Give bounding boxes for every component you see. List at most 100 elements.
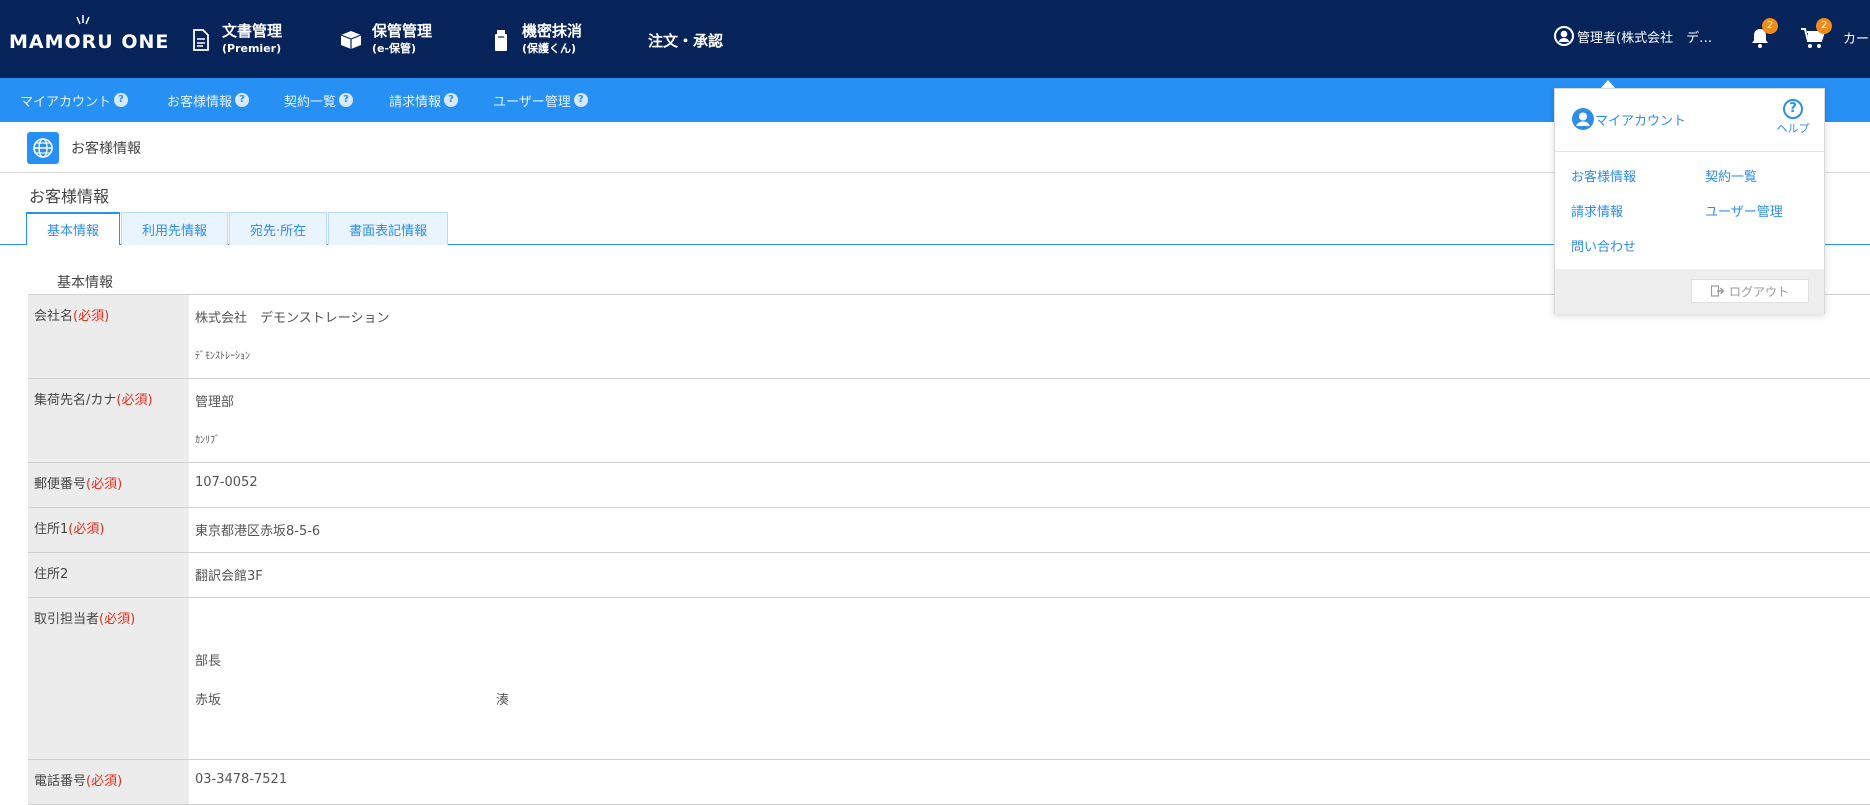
subnav-label: 契約一覧	[284, 94, 337, 110]
nav-document-management[interactable]: 文書管理 (Premier)	[190, 20, 282, 60]
subnav-item-contracts[interactable]: 契約一覧?	[284, 78, 354, 122]
subnav-item-customer-info[interactable]: お客様情報?	[167, 78, 250, 122]
user-circle-icon	[1572, 108, 1594, 130]
account-dropdown: マイアカウント ? ヘルプ お客様情報 契約一覧 請求情報 ユーザー管理 問い合…	[1554, 88, 1825, 314]
nav-subtitle: (保護くん)	[522, 42, 577, 55]
app-logo[interactable]: MAMORU ONE	[9, 31, 169, 53]
label-text: 住所1	[34, 522, 69, 537]
form-row-phone: 電話番号(必須) 03-3478-7521	[28, 760, 1870, 805]
subnav-item-billing[interactable]: 請求情報?	[389, 78, 459, 122]
question-circle-icon: ?	[1783, 99, 1803, 119]
page-title: お客様情報	[29, 187, 110, 206]
subnav-label: 請求情報	[389, 94, 442, 110]
basic-info-form: 会社名(必須) 株式会社 デモンストレーション ﾃﾞﾓﾝｽﾄﾚｰｼｮﾝ 集荷先名…	[28, 294, 1870, 805]
field-value: 東京都港区赤坂8-5-6	[189, 508, 1870, 552]
tab-basic-info[interactable]: 基本情報	[26, 212, 121, 245]
address2-value: 翻訳会館3F	[195, 569, 263, 584]
form-row-pickup: 集荷先名/カナ(必須) 管理部 ｶﾝﾘﾌﾞ	[28, 379, 1870, 463]
shred-bin-icon	[490, 27, 512, 53]
contact-title-value: 部長	[195, 654, 222, 669]
user-circle-icon	[1554, 26, 1574, 46]
nav-confidential-disposal[interactable]: 機密抹消 (保護くん)	[490, 20, 582, 60]
subnav-label: お客様情報	[167, 94, 233, 110]
subnav-label: マイアカウント	[20, 94, 112, 110]
form-row-address2: 住所2 翻訳会館3F	[28, 553, 1870, 598]
form-row-address1: 住所1(必須) 東京都港区赤坂8-5-6	[28, 508, 1870, 553]
notifications-button[interactable]: 2	[1748, 18, 1778, 50]
pickup-name-value: 管理部	[195, 395, 235, 410]
logout-icon	[1710, 285, 1725, 297]
help-label: ヘルプ	[1776, 122, 1810, 135]
nav-storage-management[interactable]: 保管管理 (e-保管)	[340, 20, 432, 60]
user-name: 管理者(株式会社 デ…	[1577, 30, 1713, 46]
label-text: 会社名	[34, 309, 74, 324]
top-header: MAMORU ONE 文書管理 (Premier) 保管管理 (e-保管) 機密…	[0, 0, 1870, 78]
field-label: 取引担当者(必須)	[28, 598, 189, 759]
field-label: 郵便番号(必須)	[28, 463, 189, 507]
company-kana-value: ﾃﾞﾓﾝｽﾄﾚｰｼｮﾝ	[195, 351, 250, 362]
document-icon	[190, 27, 212, 53]
notification-count-badge: 2	[1762, 18, 1778, 34]
label-text: 集荷先名/カナ	[34, 393, 117, 408]
field-label: 住所2	[28, 553, 189, 597]
tab-destination-location[interactable]: 宛先·所在	[229, 212, 328, 245]
nav-title: 文書管理	[222, 22, 283, 40]
subnav-label: ユーザー管理	[493, 94, 571, 110]
logout-button[interactable]: ログアウト	[1691, 279, 1809, 303]
nav-title: 機密抹消	[522, 22, 583, 40]
section-title: 基本情報	[57, 275, 113, 291]
field-label: 会社名(必須)	[28, 295, 189, 378]
tab-usage-site-info[interactable]: 利用先情報	[121, 212, 229, 245]
help-circle-icon[interactable]: ?	[444, 93, 459, 107]
dropdown-my-account[interactable]: マイアカウント	[1571, 107, 1686, 131]
zip-value: 107-0052	[195, 475, 258, 490]
dropdown-account-label: マイアカウント	[1595, 113, 1687, 129]
dropdown-footer: ログアウト	[1555, 269, 1824, 314]
help-circle-icon[interactable]: ?	[114, 93, 129, 107]
dropdown-link-user-management[interactable]: ユーザー管理	[1705, 201, 1783, 220]
dropdown-link-contracts[interactable]: 契約一覧	[1705, 166, 1757, 185]
logo-rays-icon	[76, 15, 90, 25]
help-circle-icon[interactable]: ?	[339, 93, 354, 107]
required-mark: (必須)	[116, 393, 153, 408]
contact-first-name-value: 湊	[496, 693, 510, 708]
required-mark: (必須)	[86, 774, 123, 789]
user-menu-toggle[interactable]: 管理者(株式会社 デ…	[1554, 26, 1712, 46]
nav-subtitle: (e-保管)	[372, 42, 417, 55]
label-text: 住所2	[34, 567, 69, 582]
dropdown-link-billing[interactable]: 請求情報	[1571, 201, 1623, 220]
logout-label: ログアウト	[1728, 284, 1789, 299]
field-value: 管理部 ｶﾝﾘﾌﾞ	[189, 379, 1870, 462]
field-label: 集荷先名/カナ(必須)	[28, 379, 189, 462]
nav-subtitle: (Premier)	[222, 42, 282, 55]
field-label: 住所1(必須)	[28, 508, 189, 552]
nav-order-approval[interactable]: 注文・承認	[648, 20, 723, 60]
tab-bar: 基本情報 利用先情報 宛先·所在 書面表記情報	[26, 212, 449, 245]
label-text: 取引担当者	[34, 612, 100, 627]
dropdown-header: マイアカウント ? ヘルプ	[1555, 89, 1824, 152]
subnav-item-my-account[interactable]: マイアカウント?	[20, 78, 129, 122]
subnav-item-user-management[interactable]: ユーザー管理?	[493, 78, 588, 122]
dropdown-link-inquiry[interactable]: 問い合わせ	[1571, 236, 1636, 255]
required-mark: (必須)	[86, 477, 123, 492]
label-text: 郵便番号	[34, 477, 87, 492]
cart-count-badge: 2	[1816, 18, 1832, 34]
cart-label[interactable]: カー	[1843, 28, 1869, 47]
required-mark: (必須)	[99, 612, 136, 627]
field-value: 107-0052	[189, 463, 1870, 507]
field-value: 部長 赤坂 湊	[189, 598, 1870, 759]
form-row-zip: 郵便番号(必須) 107-0052	[28, 463, 1870, 508]
help-circle-icon[interactable]: ?	[235, 93, 250, 107]
cart-button[interactable]: 2	[1800, 18, 1832, 50]
help-circle-icon[interactable]: ?	[573, 93, 588, 107]
contact-last-name-value: 赤坂	[195, 693, 222, 708]
phone-value: 03-3478-7521	[195, 772, 288, 787]
dropdown-link-customer-info[interactable]: お客様情報	[1571, 166, 1636, 185]
required-mark: (必須)	[68, 522, 105, 537]
dropdown-help[interactable]: ? ヘルプ	[1773, 99, 1813, 136]
required-mark: (必須)	[73, 309, 110, 324]
tab-document-notation[interactable]: 書面表記情報	[328, 212, 449, 245]
field-value: 翻訳会館3F	[189, 553, 1870, 597]
box-icon	[340, 27, 362, 53]
field-label: 電話番号(必須)	[28, 760, 189, 804]
